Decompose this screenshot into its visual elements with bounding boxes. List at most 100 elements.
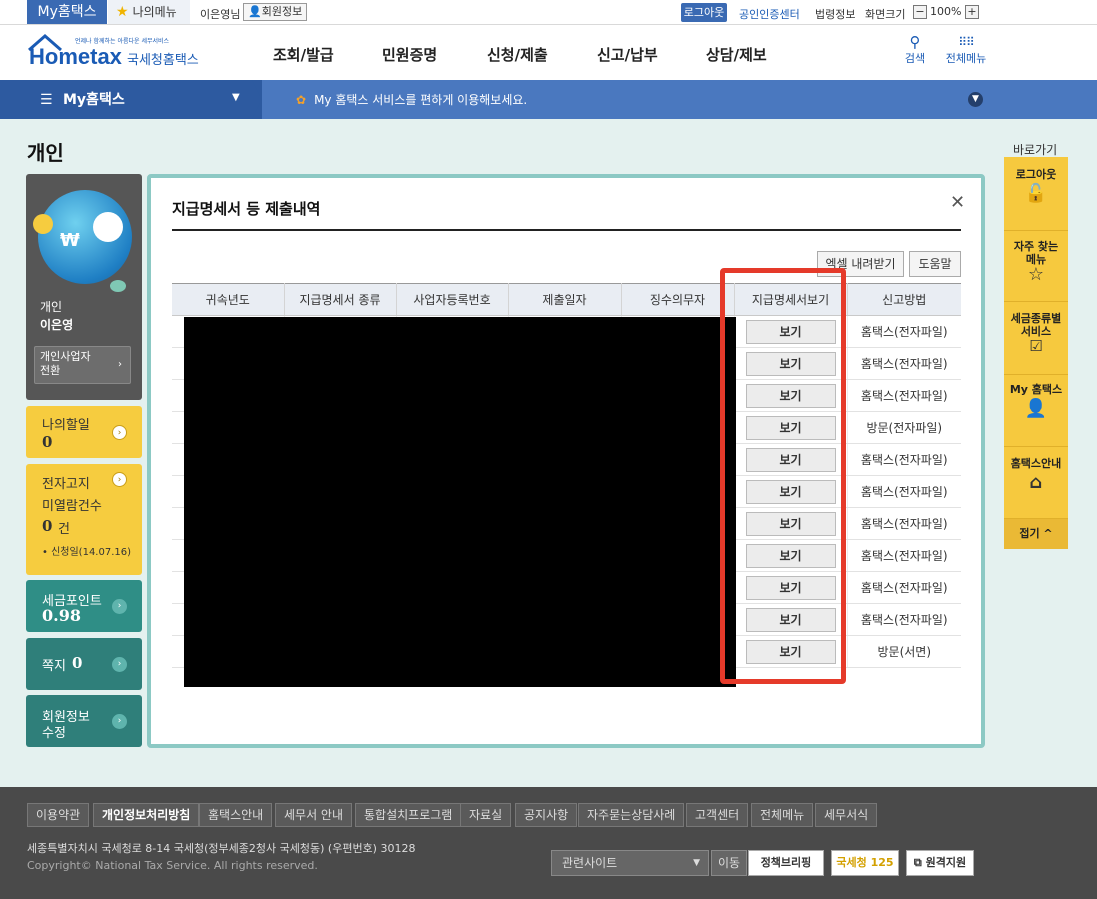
zoom-value: 100%	[930, 5, 962, 18]
todo-label: 나의할일	[42, 418, 90, 433]
footer-link[interactable]: 이용약관	[27, 803, 90, 827]
chevron-down-icon[interactable]: ▼	[968, 92, 983, 107]
person-icon: 👤	[1024, 398, 1048, 419]
memo-box[interactable]: 쪽지 0 ›	[26, 638, 142, 690]
tax-points-box[interactable]: 세금포인트 0.98 ›	[26, 580, 142, 632]
hometax-logo[interactable]: 언제나 함께하는 아름다운 세무서비스 Hometax 국세청홈택스	[27, 32, 207, 72]
quick-myhometax[interactable]: My 홈택스 👤	[1004, 375, 1068, 447]
monitor-icon: ⧉	[913, 856, 922, 869]
info-message-text: My 홈택스 서비스를 편하게 이용해보세요.	[314, 93, 528, 107]
quick-tax-types[interactable]: 세금종류별 서비스 ☑	[1004, 302, 1068, 375]
myhometax-dropdown[interactable]: ☰ My홈택스 ▼	[0, 80, 262, 119]
unread-unit: 건	[58, 522, 70, 537]
chevron-right-icon: ›	[112, 714, 127, 729]
person-icon: 👤	[248, 5, 262, 18]
all-menu-label: 전체메뉴	[945, 52, 987, 65]
method-cell: 홈택스(전자파일)	[847, 379, 961, 412]
quick-logout[interactable]: 로그아웃 🔓	[1004, 157, 1068, 231]
col-method: 신고방법	[847, 283, 961, 316]
nav-certificate[interactable]: 민원증명	[382, 44, 437, 65]
nav-apply[interactable]: 신청/제출	[487, 44, 548, 65]
law-info-link[interactable]: 법령정보	[815, 6, 855, 22]
e-notice-label: 전자고지	[42, 477, 90, 492]
method-cell: 홈택스(전자파일)	[847, 507, 961, 540]
my-menu-tab[interactable]: ★ 나의메뉴	[108, 0, 190, 24]
method-cell: 홈택스(전자파일)	[847, 347, 961, 380]
quick-myhometax-label: My 홈택스	[1009, 383, 1063, 396]
method-cell: 홈택스(전자파일)	[847, 475, 961, 508]
title-divider	[172, 229, 961, 231]
policy-briefing-badge[interactable]: 정책브리핑	[748, 850, 824, 876]
footer-link[interactable]: 홈택스안내	[199, 803, 273, 827]
logo-subtitle: 국세청홈택스	[127, 53, 199, 68]
footer-link[interactable]: 고객센터	[686, 803, 749, 827]
member-edit-label-2: 수정	[42, 726, 66, 741]
quick-guide[interactable]: 홈택스안내 ⌂	[1004, 447, 1068, 519]
all-menu-button[interactable]: ⠿⠿ 전체메뉴	[944, 34, 988, 66]
remote-support-badge[interactable]: ⧉ 원격지원	[906, 850, 974, 876]
nts-125-badge[interactable]: 국세청 125	[831, 850, 899, 876]
grid-icon: ⠿⠿	[958, 35, 975, 49]
myhometax-tab[interactable]: My홈택스	[27, 0, 107, 24]
logo-wordmark: Hometax	[29, 44, 122, 69]
dropdown-label: My홈택스	[63, 92, 125, 108]
member-info-label: 회원정보	[261, 5, 303, 18]
nav-report[interactable]: 신고/납부	[597, 44, 658, 65]
footer-link[interactable]: 세무서 안내	[275, 803, 353, 827]
move-button[interactable]: 이동	[711, 850, 747, 876]
logout-button[interactable]: 로그아웃	[681, 3, 727, 22]
zoom-out-button[interactable]: −	[913, 5, 927, 19]
house-icon: ⌂	[1029, 472, 1043, 493]
chevron-right-icon: ›	[112, 425, 127, 440]
screen-size-label: 화면크기	[865, 8, 906, 21]
footer-link[interactable]: 공지사항	[515, 803, 578, 827]
nav-inquiry[interactable]: 조회/발급	[273, 44, 334, 65]
caret-down-icon: ▼	[232, 92, 240, 103]
search-icon: ⚲	[909, 33, 921, 51]
e-notice-box[interactable]: 전자고지 › 미열람건수 0 건 • 신청일(14.07.16)	[26, 464, 142, 575]
zoom-in-button[interactable]: +	[965, 5, 979, 19]
method-cell: 홈택스(전자파일)	[847, 443, 961, 476]
business-switch-button[interactable]: 개인사업자 전환 ›	[34, 346, 131, 384]
method-cell: 홈택스(전자파일)	[847, 603, 961, 636]
globe-icon: ₩	[38, 190, 132, 284]
search-button[interactable]: ⚲ 검색	[900, 34, 930, 66]
footer-link[interactable]: 자료실	[460, 803, 512, 827]
help-button[interactable]: 도움말	[909, 251, 961, 277]
footer-link[interactable]: 자주묻는상담사례	[578, 803, 685, 827]
star-outline-icon: ☆	[1027, 264, 1045, 285]
close-icon[interactable]: ✕	[950, 192, 965, 213]
related-sites-select[interactable]: 관련사이트 ▼	[551, 850, 709, 876]
footer-link[interactable]: 개인정보처리방침	[93, 803, 200, 827]
quick-fold-button[interactable]: 접기 ^	[1004, 519, 1068, 549]
nav-consult[interactable]: 상담/제보	[706, 44, 767, 65]
footer-link[interactable]: 세무서식	[815, 803, 878, 827]
quick-favorites[interactable]: 자주 찾는 메뉴 ☆	[1004, 231, 1068, 302]
quick-links-panel: 로그아웃 🔓 자주 찾는 메뉴 ☆ 세금종류별 서비스 ☑ My 홈택스 👤 홈…	[1004, 157, 1068, 549]
cert-center-link[interactable]: 공인인증센터	[739, 6, 800, 22]
related-sites-label: 관련사이트	[562, 856, 618, 870]
chevron-right-icon: ›	[112, 657, 127, 672]
highlight-annotation	[720, 268, 846, 684]
profile-type: 개인	[40, 300, 63, 314]
user-name: 이은영님	[200, 8, 241, 21]
star-icon: ★	[116, 4, 129, 20]
col-type: 지급명세서 종류	[284, 283, 397, 316]
footer-link[interactable]: 통합설치프로그램	[355, 803, 462, 827]
chevron-right-icon: ›	[118, 359, 122, 370]
todo-box[interactable]: 나의할일 0 ›	[26, 406, 142, 458]
dialog-title: 지급명세서 등 제출내역	[172, 200, 321, 218]
method-cell: 홈택스(전자파일)	[847, 571, 961, 604]
footer-copyright: Copyright© National Tax Service. All rig…	[27, 859, 318, 872]
member-info-button[interactable]: 👤회원정보	[243, 3, 308, 21]
page-title: 개인	[27, 141, 64, 165]
unread-count: 0	[42, 517, 53, 535]
chevron-right-icon: ›	[112, 472, 127, 487]
apply-date: • 신청일(14.07.16)	[42, 547, 132, 558]
method-cell: 홈택스(전자파일)	[847, 539, 961, 572]
quick-guide-label: 홈택스안내	[1010, 457, 1062, 470]
member-edit-box[interactable]: 회원정보 수정 ›	[26, 695, 142, 747]
caret-down-icon: ▼	[693, 858, 700, 868]
search-label: 검색	[904, 52, 926, 65]
footer-link[interactable]: 전체메뉴	[751, 803, 814, 827]
